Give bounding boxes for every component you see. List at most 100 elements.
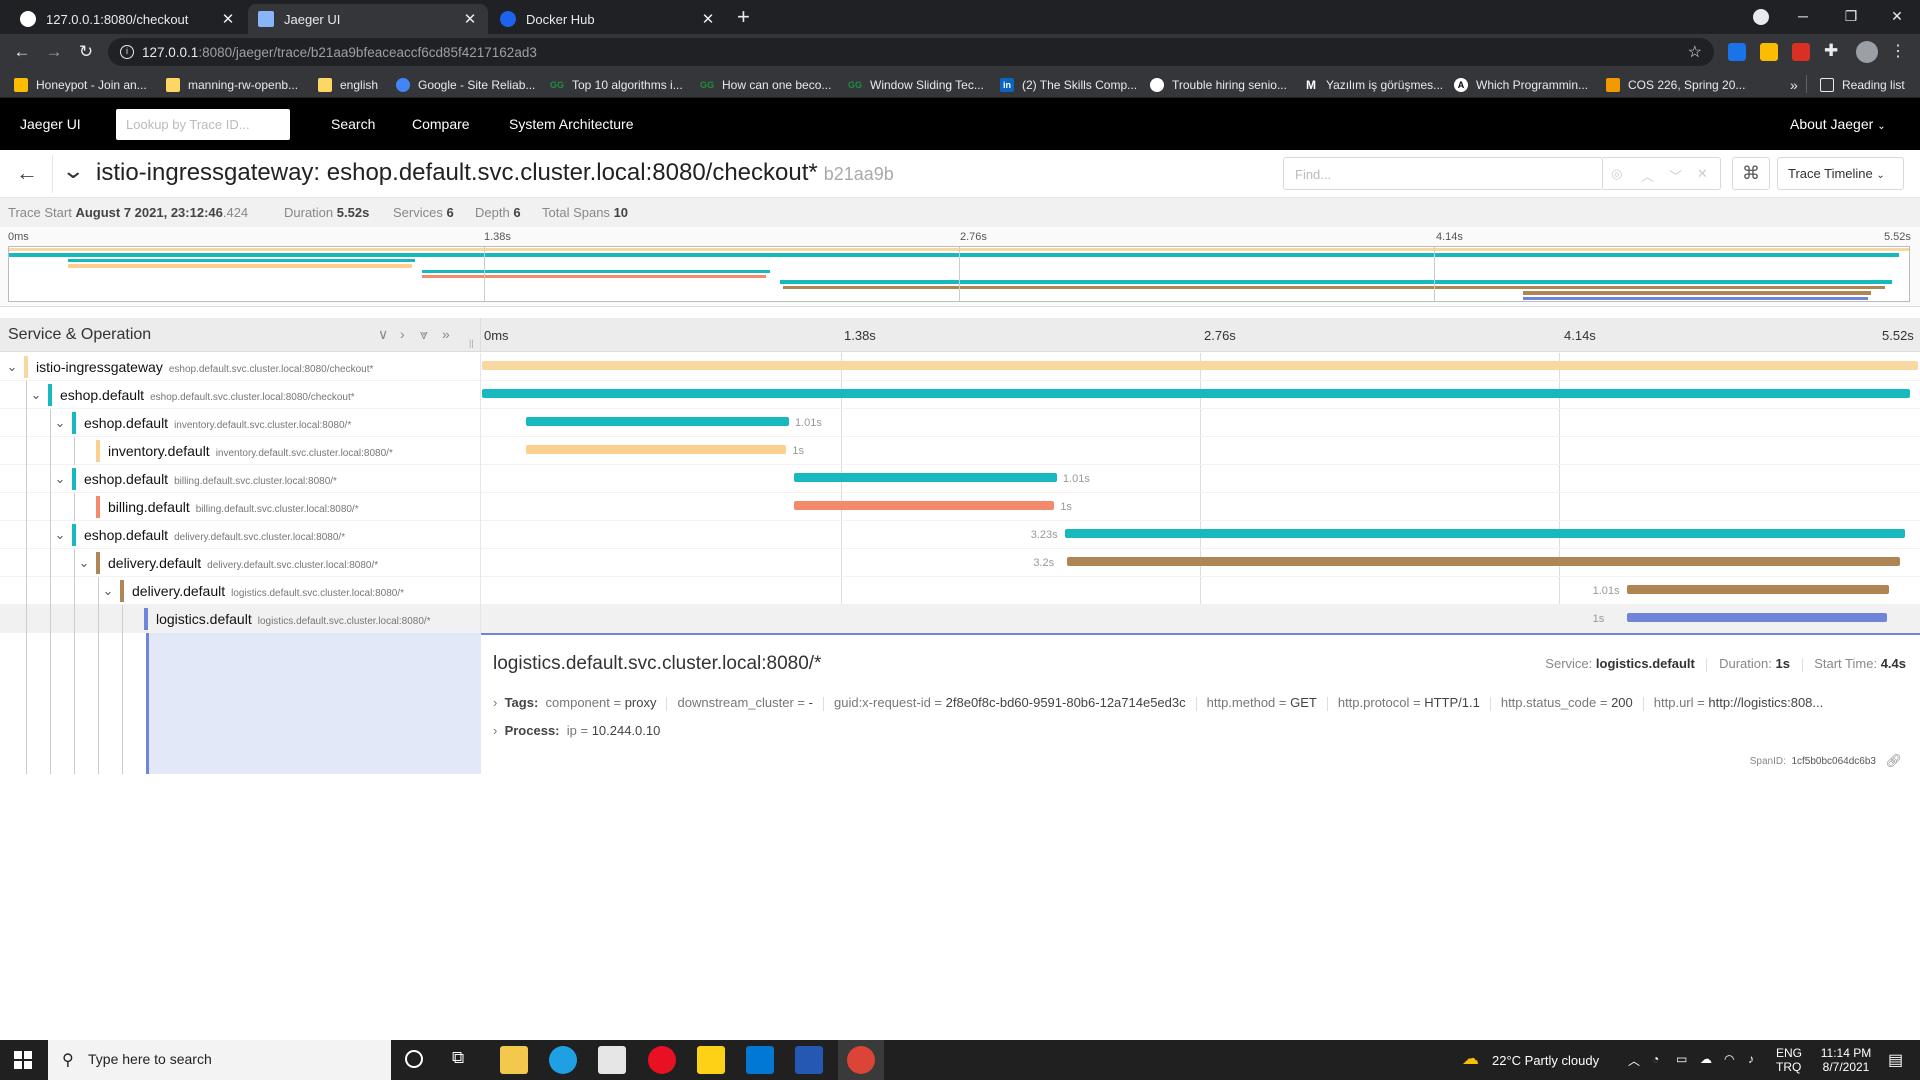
span-row[interactable]: ⌄ eshop.default delivery.default.svc.clust… — [0, 521, 1920, 549]
info-icon[interactable]: i — [120, 45, 134, 59]
extension-icon[interactable] — [1760, 43, 1778, 61]
extension-icon[interactable] — [1792, 43, 1810, 61]
file-explorer-icon[interactable] — [500, 1046, 528, 1074]
span-bar[interactable] — [1626, 585, 1890, 594]
jaeger-brand-link[interactable]: Jaeger UI — [20, 116, 81, 132]
battery-icon[interactable]: ▭ — [1676, 1052, 1687, 1066]
locate-icon[interactable]: ◎ — [1611, 166, 1622, 182]
span-bar[interactable] — [482, 361, 1918, 370]
span-bar[interactable] — [526, 417, 789, 426]
span-name[interactable]: delivery.default logistics.default.svc.cl… — [132, 583, 404, 599]
trace-minimap[interactable]: 0ms 1.38s 2.76s 4.14s 5.52s — [0, 227, 1920, 307]
nav-search-link[interactable]: Search — [331, 116, 375, 132]
back-icon[interactable]: ← — [10, 40, 34, 64]
span-row[interactable]: billing.default billing.default.svc.clust… — [0, 493, 1920, 521]
sticky-notes-icon[interactable] — [697, 1046, 725, 1074]
span-bar[interactable] — [1626, 613, 1887, 622]
span-row[interactable]: ⌄ delivery.default logistics.default.svc.c… — [0, 577, 1920, 605]
link-icon[interactable]: 🔗︎ — [1885, 753, 1902, 769]
expand-chevron-icon[interactable]: › — [493, 723, 497, 738]
network-icon[interactable]: ◔ — [1652, 1052, 1659, 1066]
language-indicator[interactable]: ENG TRQ — [1776, 1046, 1802, 1074]
new-tab-button[interactable]: + — [737, 4, 750, 30]
span-name[interactable]: billing.default billing.default.svc.clust… — [108, 499, 359, 515]
span-bar[interactable] — [794, 473, 1057, 482]
expand-chevron-icon[interactable]: ⌄ — [6, 359, 18, 375]
resize-handle-icon[interactable]: || — [469, 338, 474, 348]
app-icon[interactable] — [746, 1046, 774, 1074]
weather-text[interactable]: 22°C Partly cloudy — [1492, 1053, 1599, 1068]
clock[interactable]: 11:14 PM 8/7/2021 — [1818, 1046, 1874, 1074]
windows-start-icon[interactable] — [14, 1051, 32, 1069]
back-arrow-icon[interactable]: ← — [16, 160, 38, 186]
address-bar[interactable]: i 127.0.0.1:8080/jaeger/trace/b21aa9bfea… — [108, 38, 1714, 66]
tab-search-icon[interactable] — [1753, 9, 1769, 25]
minimap-canvas[interactable] — [8, 246, 1910, 302]
span-row[interactable]: ⌄ eshop.default inventory.default.svc.clus… — [0, 409, 1920, 437]
span-name[interactable]: istio-ingressgateway eshop.default.svc.cl… — [36, 359, 373, 375]
browser-tab[interactable]: 127.0.0.1:8080/checkout ✕ — [10, 4, 246, 34]
expand-chevron-icon[interactable]: › — [493, 695, 497, 710]
collapse-all-icon[interactable]: ⩔ — [420, 326, 428, 343]
bookmark-item[interactable]: Honeypot - Join an... — [14, 76, 147, 94]
span-bar[interactable] — [794, 501, 1055, 510]
nav-system-architecture-link[interactable]: System Architecture — [509, 116, 634, 132]
expand-chevron-icon[interactable]: ⌄ — [54, 471, 66, 487]
span-row[interactable]: logistics.default logistics.default.svc.c… — [0, 605, 1920, 633]
browser-tab[interactable]: Docker Hub ✕ — [490, 4, 726, 34]
close-icon[interactable]: ✕ — [220, 10, 236, 28]
clear-icon[interactable]: ✕ — [1697, 166, 1708, 182]
minimize-icon[interactable]: ─ — [1780, 0, 1826, 32]
volume-icon[interactable]: ♪ — [1748, 1052, 1754, 1066]
bookmark-item[interactable]: manning-rw-openb... — [166, 76, 298, 94]
span-row[interactable]: ⌄ istio-ingressgateway eshop.default.svc.c… — [0, 353, 1920, 381]
expand-chevron-icon[interactable]: ⌄ — [54, 527, 66, 543]
onedrive-icon[interactable]: ☁ — [1700, 1052, 1712, 1066]
bookmark-item[interactable]: GG How can one beco... — [700, 76, 831, 94]
bookmark-item[interactable]: Google - Site Reliab... — [396, 76, 535, 94]
span-bar[interactable] — [482, 389, 1911, 398]
expand-chevron-icon[interactable]: ⌄ — [78, 555, 90, 571]
collapse-chevron-icon[interactable]: ⌄ — [61, 158, 85, 184]
browser-tab-active[interactable]: Jaeger UI ✕ — [248, 4, 488, 34]
span-bar[interactable] — [526, 445, 787, 454]
bookmark-item[interactable]: GG Window Sliding Tec... — [848, 76, 984, 94]
about-jaeger-menu[interactable]: About Jaeger ⌄ — [1790, 116, 1886, 132]
notifications-icon[interactable]: ▤ — [1888, 1050, 1903, 1070]
forward-icon[interactable]: → — [42, 40, 66, 64]
reload-icon[interactable]: ↻ — [74, 40, 98, 64]
tags-row[interactable]: › Tags: component = proxy downstream_clus… — [493, 695, 1913, 711]
process-row[interactable]: › Process: ip = 10.244.0.10 — [493, 723, 660, 738]
close-icon[interactable]: ✕ — [462, 10, 478, 28]
keyboard-shortcuts-button[interactable]: ⌘ — [1732, 157, 1770, 190]
expand-chevron-icon[interactable]: ⌄ — [54, 415, 66, 431]
expand-all-icon[interactable]: » — [442, 326, 450, 342]
close-icon[interactable]: ✕ — [700, 10, 716, 28]
window-close-icon[interactable]: ✕ — [1874, 0, 1920, 32]
span-row[interactable]: ⌄ eshop.default billing.default.svc.cluste… — [0, 465, 1920, 493]
wifi-icon[interactable]: ◠ — [1724, 1052, 1734, 1066]
span-name[interactable]: eshop.default inventory.default.svc.clust… — [84, 415, 351, 431]
bookmark-item[interactable]: Trouble hiring senio... — [1150, 76, 1287, 94]
cortana-icon[interactable] — [405, 1050, 423, 1068]
bookmark-item[interactable]: english — [318, 76, 378, 94]
expand-chevron-icon[interactable]: ⌄ — [102, 583, 114, 599]
view-mode-dropdown[interactable]: Trace Timeline ⌄ — [1777, 157, 1904, 190]
opera-icon[interactable] — [648, 1046, 676, 1074]
span-row[interactable]: inventory.default inventory.default.svc.c… — [0, 437, 1920, 465]
reading-list-button[interactable]: Reading list — [1820, 76, 1905, 94]
span-bar[interactable] — [1067, 557, 1900, 566]
span-row[interactable]: ⌄ eshop.default eshop.default.svc.cluster.… — [0, 381, 1920, 409]
span-name[interactable]: eshop.default billing.default.svc.cluster… — [84, 471, 337, 487]
restore-icon[interactable]: ❐ — [1828, 0, 1874, 32]
powershell-icon[interactable] — [795, 1046, 823, 1074]
span-name[interactable]: eshop.default eshop.default.svc.cluster.l… — [60, 387, 355, 403]
bookmark-item[interactable]: M Yazılım iş görüşmes... — [1304, 76, 1443, 94]
bookmark-item[interactable]: A Which Programmin... — [1454, 76, 1588, 94]
nav-compare-link[interactable]: Compare — [412, 116, 470, 132]
bookmark-item[interactable]: COS 226, Spring 20... — [1606, 76, 1745, 94]
next-match-icon[interactable]: ﹀ — [1669, 166, 1682, 185]
trace-id-lookup-input[interactable]: Lookup by Trace ID... — [116, 109, 290, 140]
span-row[interactable]: ⌄ delivery.default delivery.default.svc.cl… — [0, 549, 1920, 577]
expand-one-icon[interactable]: › — [400, 326, 405, 342]
